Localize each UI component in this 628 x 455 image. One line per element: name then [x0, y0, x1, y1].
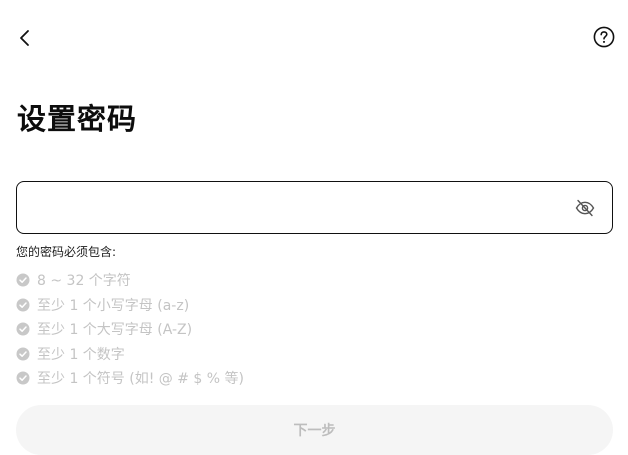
- page-title: 设置密码: [17, 102, 138, 136]
- requirement-label: 至少 1 个符号 (如! @ # $ % 等): [37, 371, 244, 388]
- toggle-visibility-button[interactable]: [574, 197, 596, 219]
- requirement-symbol: 至少 1 个符号 (如! @ # $ % 等): [16, 366, 244, 391]
- requirement-label: 至少 1 个小写字母 (a-z): [37, 297, 190, 314]
- check-circle-icon: [16, 273, 30, 287]
- requirement-label: 至少 1 个数字: [37, 346, 125, 363]
- requirement-label: 8 ~ 32 个字符: [37, 273, 131, 290]
- check-circle-icon: [16, 371, 30, 385]
- check-circle-icon: [16, 322, 30, 336]
- check-circle-icon: [16, 298, 30, 312]
- question-circle-icon: [593, 26, 615, 48]
- password-input[interactable]: [31, 182, 571, 233]
- requirements-heading: 您的密码必须包含:: [16, 245, 117, 259]
- help-button[interactable]: [592, 25, 616, 49]
- eye-off-icon: [575, 199, 595, 217]
- requirements-list: 8 ~ 32 个字符 至少 1 个小写字母 (a-z) 至少 1 个大写字母 (…: [16, 268, 244, 391]
- requirement-number: 至少 1 个数字: [16, 342, 244, 367]
- check-circle-icon: [16, 347, 30, 361]
- chevron-left-icon: [20, 30, 29, 46]
- requirement-uppercase: 至少 1 个大写字母 (A-Z): [16, 317, 244, 342]
- password-field[interactable]: [16, 181, 613, 234]
- requirement-lowercase: 至少 1 个小写字母 (a-z): [16, 293, 244, 318]
- requirement-label: 至少 1 个大写字母 (A-Z): [37, 322, 193, 339]
- next-button[interactable]: 下一步: [16, 405, 613, 455]
- back-button[interactable]: [12, 25, 38, 51]
- set-password-page: 设置密码 您的密码必须包含: 8 ~ 32 个字符 至少 1 个小写字母 (a-…: [0, 0, 628, 455]
- requirement-length: 8 ~ 32 个字符: [16, 268, 244, 293]
